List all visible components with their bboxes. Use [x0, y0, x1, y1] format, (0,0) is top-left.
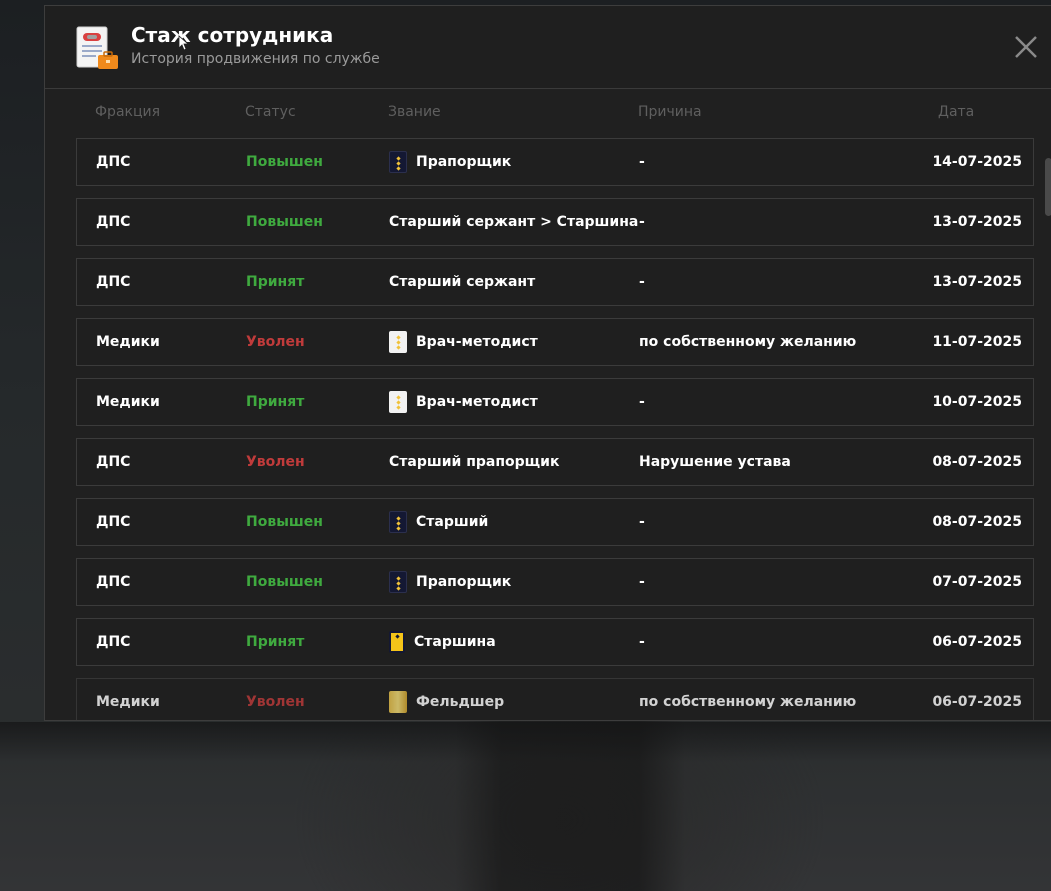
column-header-date: Дата: [938, 104, 975, 120]
table-row[interactable]: ДПС Повышен Старший сержант > Старшина - 13-…: [76, 198, 1034, 246]
background-figure: [455, 720, 685, 891]
page-title: Стаж сотрудника: [131, 23, 334, 47]
rank-cell: Старший прапорщик: [389, 439, 559, 485]
status-cell: Уволен: [246, 334, 305, 350]
date-cell: 10-07-2025: [932, 394, 1022, 410]
rank-cell: Старший сержант > Старшина: [389, 199, 638, 245]
reason-cell: по собственному желанию: [639, 694, 857, 710]
white-shoulder-board-icon: [389, 331, 407, 353]
rank-cell: Фельдшер: [389, 679, 505, 720]
reason-cell: -: [639, 574, 645, 590]
status-cell: Повышен: [246, 574, 323, 590]
table-row[interactable]: ДПС Повышен Старший - 08-07-2025: [76, 498, 1034, 546]
date-cell: 11-07-2025: [932, 334, 1022, 350]
table-row[interactable]: ДПС Принят Старший сержант - 13-07-2025: [76, 258, 1034, 306]
table-header: Фракция Статус Звание Причина Дата: [45, 102, 1051, 126]
rank-cell: Старший: [389, 499, 488, 545]
reason-cell: -: [639, 274, 645, 290]
date-cell: 14-07-2025: [932, 154, 1022, 170]
rank-label: Фельдшер: [416, 694, 505, 710]
rank-label: Врач-методист: [416, 394, 538, 410]
fraction-cell: ДПС: [96, 274, 131, 290]
rank-cell: Прапорщик: [389, 559, 511, 605]
dark-shoulder-board-icon: [389, 571, 407, 593]
fraction-cell: ДПС: [96, 214, 131, 230]
fraction-cell: Медики: [96, 394, 160, 410]
employee-history-panel: Стаж сотрудника История продвижения по с…: [44, 5, 1051, 721]
rank-label: Врач-методист: [416, 334, 538, 350]
date-cell: 08-07-2025: [932, 514, 1022, 530]
panel-header: Стаж сотрудника История продвижения по с…: [45, 6, 1051, 89]
rank-cell: Врач-методист: [389, 319, 538, 365]
mouse-cursor-icon: [178, 35, 190, 51]
scrollbar-thumb[interactable]: [1045, 158, 1051, 216]
column-header-reason: Причина: [638, 104, 702, 120]
rank-label: Старший прапорщик: [389, 454, 560, 470]
reason-cell: по собственному желанию: [639, 334, 857, 350]
close-icon[interactable]: [1011, 32, 1041, 62]
rank-label: Старший сержант > Старшина: [389, 214, 639, 230]
date-cell: 07-07-2025: [932, 574, 1022, 590]
table-row[interactable]: ДПС Уволен Старший прапорщик Нарушение уста…: [76, 438, 1034, 486]
status-cell: Уволен: [246, 454, 305, 470]
fraction-cell: ДПС: [96, 514, 131, 530]
rank-label: Старшина: [414, 634, 496, 650]
rank-label: Прапорщик: [416, 574, 512, 590]
fraction-cell: ДПС: [96, 574, 131, 590]
rank-label: Старший: [416, 514, 489, 530]
rank-cell: Прапорщик: [389, 139, 511, 185]
dark-shoulder-board-icon: [389, 151, 407, 173]
table-row[interactable]: ДПС Повышен Прапорщик - 14-07-2025: [76, 138, 1034, 186]
column-header-fraction: Фракция: [95, 104, 161, 120]
status-cell: Повышен: [246, 214, 323, 230]
fraction-cell: ДПС: [96, 634, 131, 650]
table-row[interactable]: ДПС Принят Старшина - 06-07-2025: [76, 618, 1034, 666]
reason-cell: -: [639, 514, 645, 530]
date-cell: 08-07-2025: [932, 454, 1022, 470]
column-header-status: Статус: [245, 104, 296, 120]
document-briefcase-icon: [76, 26, 118, 69]
rank-label: Старший сержант: [389, 274, 536, 290]
rank-cell: Старшина: [389, 619, 496, 665]
table-row[interactable]: Медики Принят Врач-методист - 10-07-2025: [76, 378, 1034, 426]
reason-cell: -: [639, 634, 645, 650]
table-row[interactable]: ДПС Повышен Прапорщик - 07-07-2025: [76, 558, 1034, 606]
date-cell: 13-07-2025: [932, 274, 1022, 290]
rank-label: Прапорщик: [416, 154, 512, 170]
fraction-cell: ДПС: [96, 154, 131, 170]
rank-cell: Старший сержант: [389, 259, 535, 305]
fraction-cell: Медики: [96, 694, 160, 710]
status-cell: Повышен: [246, 154, 323, 170]
table-row[interactable]: Медики Уволен Врач-методист по собственному…: [76, 318, 1034, 366]
reason-cell: Нарушение устава: [639, 454, 791, 470]
status-cell: Повышен: [246, 514, 323, 530]
date-cell: 06-07-2025: [932, 694, 1022, 710]
date-cell: 06-07-2025: [932, 634, 1022, 650]
status-cell: Принят: [246, 634, 305, 650]
fraction-cell: Медики: [96, 334, 160, 350]
reason-cell: -: [639, 154, 645, 170]
reason-cell: -: [639, 394, 645, 410]
dark-shoulder-board-icon: [389, 511, 407, 533]
table-row[interactable]: Медики Уволен Фельдшер по собственному жела…: [76, 678, 1034, 720]
reason-cell: -: [639, 214, 645, 230]
gold-shoulder-board-icon: [389, 691, 407, 713]
page-subtitle: История продвижения по службе: [131, 51, 380, 67]
yellow-shoulder-board-icon: [389, 631, 405, 653]
column-header-rank: Звание: [388, 104, 441, 120]
status-cell: Уволен: [246, 694, 305, 710]
white-shoulder-board-icon: [389, 391, 407, 413]
history-table: ДПС Повышен Прапорщик - 14-07-2025 ДПС Повышен…: [76, 138, 1034, 720]
fraction-cell: ДПС: [96, 454, 131, 470]
date-cell: 13-07-2025: [932, 214, 1022, 230]
rank-cell: Врач-методист: [389, 379, 538, 425]
status-cell: Принят: [246, 274, 305, 290]
status-cell: Принят: [246, 394, 305, 410]
